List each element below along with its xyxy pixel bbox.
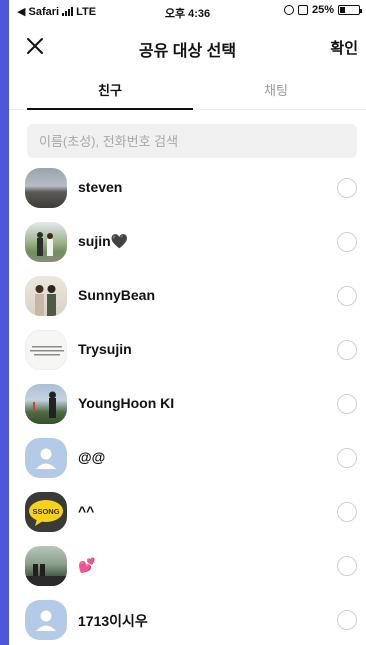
select-checkbox[interactable] xyxy=(337,502,357,522)
tab-bar: 친구 채팅 xyxy=(9,74,366,110)
people-photo xyxy=(37,232,53,256)
avatar xyxy=(25,276,67,316)
friend-name: SunnyBean xyxy=(78,287,156,303)
header: 공유 대상 선택 확인 xyxy=(9,26,366,66)
avatar xyxy=(25,546,67,586)
search-input[interactable] xyxy=(27,124,357,158)
confirm-button[interactable]: 확인 xyxy=(330,37,358,58)
avatar xyxy=(25,168,67,208)
list-item[interactable]: 1713이시우 xyxy=(9,593,366,645)
ssong-logo: SSONG xyxy=(29,500,63,526)
landscape-photo xyxy=(25,564,67,586)
select-checkbox[interactable] xyxy=(337,340,357,360)
text-image xyxy=(30,346,64,356)
couple-photo xyxy=(35,285,56,316)
avatar xyxy=(25,438,67,478)
avatar xyxy=(25,600,67,640)
select-checkbox[interactable] xyxy=(337,610,357,630)
friend-name: sujin🖤 xyxy=(78,233,129,249)
avatar xyxy=(25,384,67,424)
friend-name: ^^ xyxy=(78,503,95,519)
page-title: 공유 대상 선택 xyxy=(138,43,237,60)
list-item[interactable]: sujin🖤 xyxy=(9,215,366,269)
select-checkbox[interactable] xyxy=(337,232,357,252)
select-checkbox[interactable] xyxy=(337,448,357,468)
friend-name: @@ xyxy=(78,449,106,465)
friend-name: Trysujin xyxy=(78,341,132,357)
select-checkbox[interactable] xyxy=(337,394,357,414)
orientation-lock-icon xyxy=(283,5,294,15)
default-person-icon xyxy=(36,448,56,469)
friend-name: 1713이시우 xyxy=(78,613,148,629)
list-item[interactable]: SSONG ^^ xyxy=(9,485,366,539)
list-item[interactable]: @@ xyxy=(9,431,366,485)
friend-name: YoungHoon KI xyxy=(78,395,175,411)
list-item[interactable]: 💕 xyxy=(9,539,366,593)
status-right: 25% xyxy=(283,4,362,16)
select-checkbox[interactable] xyxy=(337,286,357,306)
avatar xyxy=(25,330,67,370)
friend-list: steven sujin🖤 SunnyBean Trysujin YoungHo… xyxy=(9,161,366,645)
active-tab-indicator xyxy=(27,108,193,110)
select-checkbox[interactable] xyxy=(337,556,357,576)
avatar: SSONG xyxy=(25,492,67,532)
friend-name: 💕 xyxy=(78,557,96,573)
golf-photo xyxy=(33,391,56,418)
tab-chats[interactable]: 채팅 xyxy=(193,80,359,99)
battery-icon xyxy=(338,5,362,15)
tab-friends[interactable]: 친구 xyxy=(27,80,193,99)
friend-name: steven xyxy=(78,179,123,195)
list-item[interactable]: Trysujin xyxy=(9,323,366,377)
battery-percent: 25% xyxy=(311,4,334,16)
list-item[interactable]: YoungHoon KI xyxy=(9,377,366,431)
select-checkbox[interactable] xyxy=(337,178,357,198)
status-bar: ◀ Safari LTE 오후 4:36 25% xyxy=(9,0,366,22)
list-item[interactable]: SunnyBean xyxy=(9,269,366,323)
svg-text:SSONG: SSONG xyxy=(32,507,59,516)
share-target-screen: ◀ Safari LTE 오후 4:36 25% 공유 대상 선택 확인 친구 xyxy=(9,0,366,645)
alarm-icon xyxy=(297,5,308,15)
list-item[interactable]: steven xyxy=(9,161,366,215)
default-person-icon xyxy=(36,610,56,631)
avatar xyxy=(25,222,67,262)
